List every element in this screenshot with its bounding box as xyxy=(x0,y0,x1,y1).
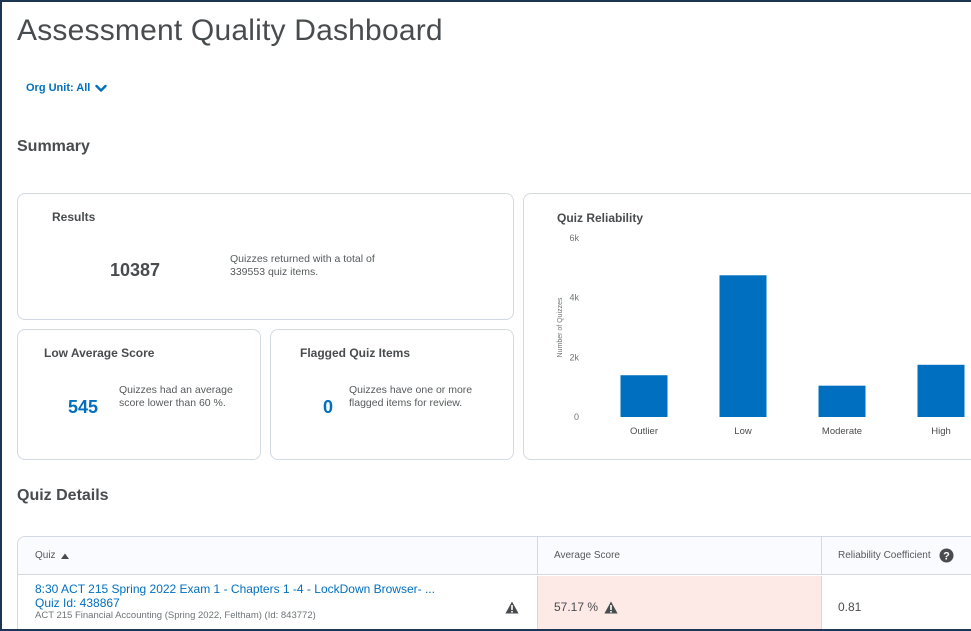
low-average-description: Quizzes had an average score lower than … xyxy=(119,384,233,409)
results-title: Results xyxy=(52,210,96,224)
y-tick-label: 6k xyxy=(569,233,579,243)
sort-ascending-icon xyxy=(60,553,69,559)
quiz-reliability-chart: 0 2k 4k 6k Number of Quizzes Outlier Low Modera… xyxy=(557,233,965,437)
table-row: 8:30 ACT 215 Spring 2022 Exam 1 - Chapte… xyxy=(18,576,538,629)
column-header-reliability[interactable]: Reliability Coefficient ? xyxy=(822,537,971,575)
warning-icon xyxy=(505,601,519,614)
reliability-value: 0.81 xyxy=(838,600,862,614)
warning-icon xyxy=(604,601,618,613)
quiz-id[interactable]: Quiz Id: 438867 xyxy=(35,596,505,610)
flagged-items-count[interactable]: 0 xyxy=(323,397,333,418)
y-tick-label: 4k xyxy=(569,293,579,303)
bar xyxy=(917,364,965,417)
quiz-reliability-card: Quiz Reliability 0 2k 4k 6k Number of Quizze… xyxy=(523,193,971,460)
flagged-items-description: Quizzes have one or more flagged items f… xyxy=(349,384,473,409)
low-average-card[interactable]: Low Average Score 545 Quizzes had an ave… xyxy=(17,329,261,460)
chevron-down-icon xyxy=(95,84,108,92)
summary-heading: Summary xyxy=(17,138,90,155)
column-header-quiz[interactable]: Quiz xyxy=(18,537,538,575)
x-tick-label: Outlier xyxy=(630,426,658,437)
flagged-items-card[interactable]: Flagged Quiz Items 0 Quizzes have one or… xyxy=(270,329,514,460)
flagged-items-title: Flagged Quiz Items xyxy=(300,346,411,360)
y-tick-label: 0 xyxy=(574,412,579,422)
column-header-average-score[interactable]: Average Score xyxy=(538,537,822,575)
column-header-reliability-label: Reliability Coefficient xyxy=(838,550,931,561)
bar xyxy=(719,275,767,417)
quiz-name-link[interactable]: 8:30 ACT 215 Spring 2022 Exam 1 - Chapte… xyxy=(35,582,505,596)
org-unit-label: Org Unit: All xyxy=(26,82,91,94)
help-icon[interactable]: ? xyxy=(939,548,954,563)
results-description: Quizzes returned with a total of 339553 … xyxy=(230,253,375,278)
y-axis-label: Number of Quizzes xyxy=(557,297,564,357)
reliability-cell: 0.81 xyxy=(822,576,971,629)
results-card: Results 10387 Quizzes returned with a to… xyxy=(17,193,514,320)
column-header-average-score-label: Average Score xyxy=(554,550,620,561)
x-tick-label: Moderate xyxy=(822,426,862,437)
page-title: Assessment Quality Dashboard xyxy=(17,14,443,47)
org-unit-filter[interactable]: Org Unit: All xyxy=(26,82,108,94)
low-average-count[interactable]: 545 xyxy=(68,397,98,418)
column-header-quiz-label: Quiz xyxy=(35,550,56,561)
results-count: 10387 xyxy=(110,260,161,280)
average-score-cell: 57.17 % xyxy=(538,576,822,629)
quiz-details-table: Quiz Average Score Reliability Coefficie… xyxy=(17,536,971,629)
y-tick-label: 2k xyxy=(569,352,579,362)
x-tick-label: High xyxy=(931,426,951,437)
bar xyxy=(620,375,668,417)
average-score-value: 57.17 % xyxy=(554,600,599,614)
quiz-course: ACT 215 Financial Accounting (Spring 202… xyxy=(35,610,316,621)
app-frame: Assessment Quality Dashboard Org Unit: A… xyxy=(0,0,971,631)
low-average-title: Low Average Score xyxy=(44,346,155,360)
quiz-details-heading: Quiz Details xyxy=(17,487,109,504)
bar xyxy=(818,385,866,417)
svg-text:?: ? xyxy=(943,551,950,563)
x-tick-label: Low xyxy=(734,426,752,437)
